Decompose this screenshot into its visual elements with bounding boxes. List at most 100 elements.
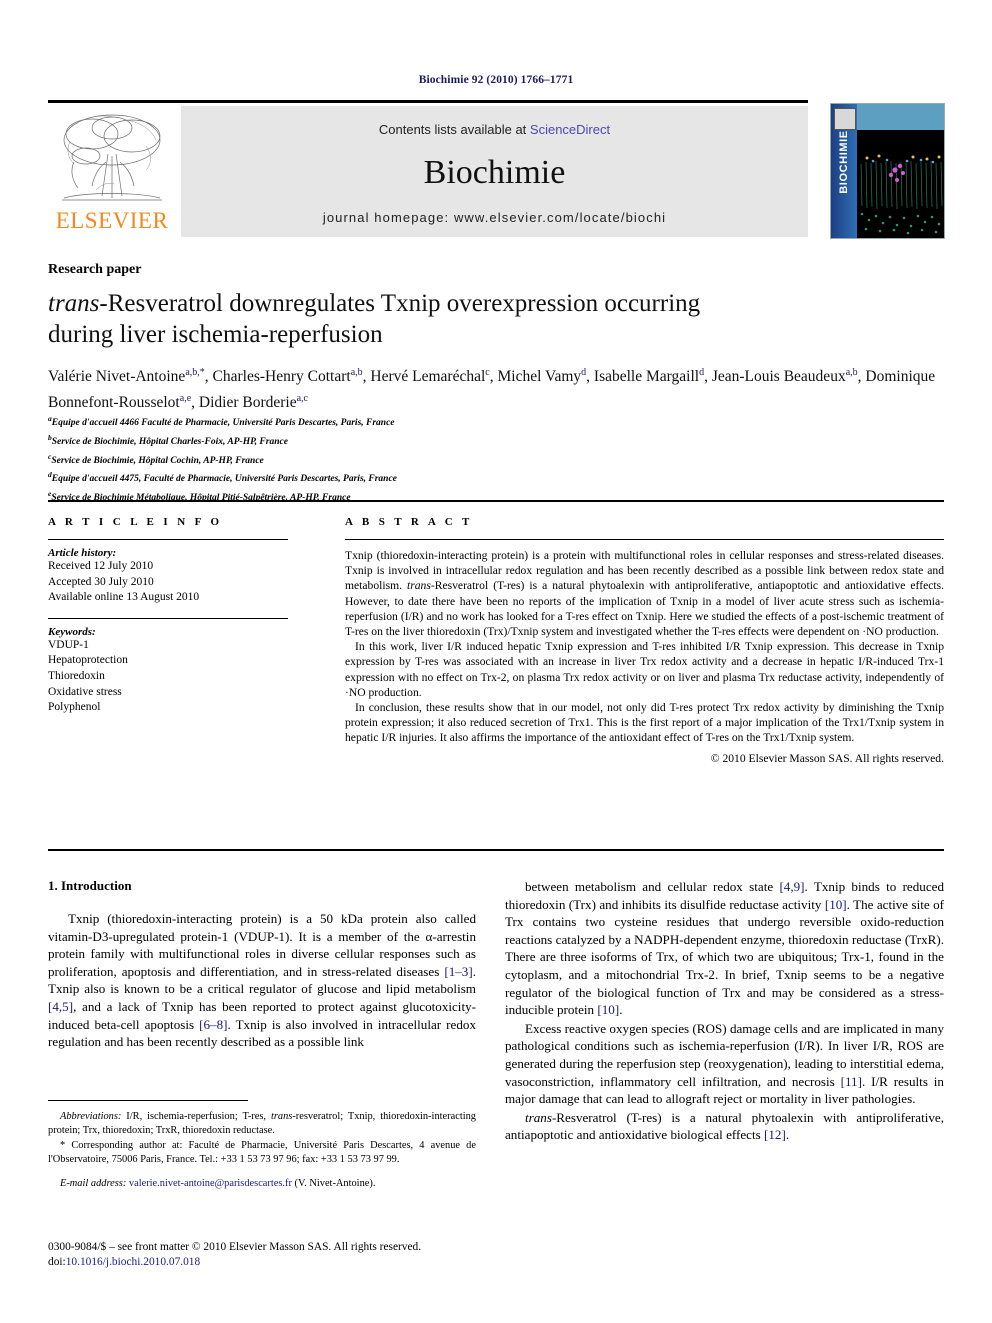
keyword-item: Polyphenol xyxy=(48,701,101,714)
masthead-center-panel: Contents lists available at ScienceDirec… xyxy=(181,106,808,237)
article-info-divider-2 xyxy=(48,617,288,619)
cover-artwork xyxy=(857,130,944,238)
citation-ref[interactable]: [1–3] xyxy=(444,964,472,979)
email-label: E-mail address: xyxy=(60,1177,127,1189)
masthead-top-rule xyxy=(48,100,808,103)
author-affil-marker: a,b,* xyxy=(185,367,205,378)
elsevier-wordmark: ELSEVIER xyxy=(55,208,169,233)
footnote-block: Abbreviations: I/R, ischemia-reperfusion… xyxy=(48,1110,476,1191)
affiliation-item: cService de Biochimie, Hôpital Cochin, A… xyxy=(48,451,264,466)
issn-copyright-block: 0300-9084/$ – see front matter © 2010 El… xyxy=(48,1240,478,1270)
citation-ref[interactable]: [10] xyxy=(825,897,847,912)
title-italic-prefix: trans xyxy=(48,290,100,317)
introduction-paragraph: between metabolism and cellular redox st… xyxy=(505,879,945,1018)
abstract-paragraph: In this work, liver I/R induced hepatic … xyxy=(345,640,944,699)
author-name: Michel Vamyd xyxy=(497,367,587,386)
author-affil-marker: c xyxy=(485,367,490,378)
email-link[interactable]: valerie.nivet-antoine@parisdescartes.fr xyxy=(129,1178,292,1189)
abstract-copyright: © 2010 Elsevier Masson SAS. All rights r… xyxy=(710,751,944,765)
citation-ref[interactable]: [4,5] xyxy=(48,999,73,1014)
doi-label: doi: xyxy=(48,1256,66,1268)
citation-ref[interactable]: [12] xyxy=(764,1127,786,1142)
article-info-column: A R T I C L E I N F O Article history: R… xyxy=(48,516,298,716)
author-name: Valérie Nivet-Antoinea,b,* xyxy=(48,367,205,386)
info-band-bottom-rule xyxy=(48,849,944,851)
author-name: Didier Borderiea,c xyxy=(198,393,308,412)
contents-available-line: Contents lists available at ScienceDirec… xyxy=(181,122,808,137)
author-affil-marker: d xyxy=(581,367,587,378)
affiliation-marker: b xyxy=(48,432,52,442)
author-name: Isabelle Margailld xyxy=(593,367,705,386)
author-affil-marker: a,e xyxy=(179,393,192,405)
abstract-heading: A B S T R A C T xyxy=(345,516,473,528)
author-list: Valérie Nivet-Antoinea,b,*, Charles-Henr… xyxy=(48,367,936,412)
keyword-item: Thioredoxin xyxy=(48,669,105,682)
body-column-left: 1. Introduction Txnip (thioredoxin-inter… xyxy=(48,878,476,1051)
footnote-rule xyxy=(48,1100,248,1101)
article-history-online: Available online 13 August 2010 xyxy=(48,591,200,604)
author-affil-marker: d xyxy=(699,367,705,378)
citation-ref[interactable]: [11] xyxy=(841,1074,862,1089)
abbreviations-label: Abbreviations: xyxy=(60,1111,122,1122)
journal-homepage-line[interactable]: journal homepage: www.elsevier.com/locat… xyxy=(181,210,808,225)
article-type-label: Research paper xyxy=(48,262,142,277)
keyword-item: Hepatoprotection xyxy=(48,654,128,667)
author-affil-marker: a,c xyxy=(296,393,308,405)
journal-cover-thumbnail: BIOCHIMIE xyxy=(830,103,945,239)
affiliation-item: bService de Biochimie, Hôpital Charles-F… xyxy=(48,432,288,447)
introduction-heading: 1. Introduction xyxy=(48,878,132,893)
introduction-paragraph: trans-Resveratrol (T-res) is a natural p… xyxy=(505,1109,944,1143)
affiliation-item: eService de Biochimie Métabolique, Hôpit… xyxy=(48,489,351,504)
citation-ref[interactable]: [4,9] xyxy=(779,879,804,894)
author-affil-marker: a,b xyxy=(845,367,858,378)
contents-prefix: Contents lists available at xyxy=(378,122,530,137)
elsevier-logo: ELSEVIER xyxy=(48,106,176,237)
doi-value[interactable]: 10.1016/j.biochi.2010.07.018 xyxy=(66,1256,200,1268)
abstract-divider xyxy=(345,539,944,540)
introduction-paragraph: Excess reactive oxygen species (ROS) dam… xyxy=(505,1020,944,1107)
keywords-label: Keywords: xyxy=(48,625,96,638)
article-info-heading: A R T I C L E I N F O xyxy=(48,516,223,528)
email-note: E-mail address: valerie.nivet-antoine@pa… xyxy=(48,1177,476,1191)
journal-article-page: Biochimie 92 (2010) 1766–1771 ELSEVIER C… xyxy=(0,0,992,1323)
article-info-divider-1 xyxy=(48,539,288,540)
article-history-received: Received 12 July 2010 xyxy=(48,560,154,572)
body-column-right: between metabolism and cellular redox st… xyxy=(505,878,944,1144)
abstract-column: A B S T R A C T Txnip (thioredoxin-inter… xyxy=(345,516,944,765)
affiliation-marker: e xyxy=(48,489,52,498)
corresponding-author-note: * Corresponding author at: Faculté de Ph… xyxy=(48,1139,476,1166)
email-suffix: (V. Nivet-Antoine). xyxy=(291,1177,376,1189)
author-name: Charles-Henry Cottarta,b xyxy=(212,367,363,386)
title-line-1: -Resveratrol downregulates Txnip overexp… xyxy=(99,290,701,317)
citation-ref[interactable]: [10] xyxy=(597,1002,619,1017)
journal-masthead: ELSEVIER Contents lists available at Sci… xyxy=(48,100,945,239)
affiliation-item: aEquipe d'accueil 4466 Faculté de Pharma… xyxy=(48,414,395,429)
article-history-accepted: Accepted 30 July 2010 xyxy=(48,575,154,588)
cover-molecule-graphic xyxy=(857,130,944,238)
affiliation-marker: d xyxy=(48,470,52,480)
article-title: trans-Resveratrol downregulates Txnip ov… xyxy=(48,288,828,350)
abstract-paragraph: Txnip (thioredoxin-interacting protein) … xyxy=(345,549,944,639)
abstract-paragraph: In conclusion, these results show that i… xyxy=(345,701,944,745)
elsevier-tree-icon xyxy=(62,114,162,201)
doi-line: doi:10.1016/j.biochi.2010.07.018 xyxy=(48,1255,478,1270)
issn-line: 0300-9084/$ – see front matter © 2010 El… xyxy=(48,1241,422,1253)
author-name: Hervé Lemaréchalc xyxy=(370,367,490,386)
abbreviations-note: Abbreviations: I/R, ischemia-reperfusion… xyxy=(48,1110,476,1139)
author-affil-marker: a,b xyxy=(350,367,363,378)
article-history-label: Article history: xyxy=(48,547,117,559)
author-name: Jean-Louis Beaudeuxa,b xyxy=(711,367,858,386)
journal-title: Biochimie xyxy=(423,154,566,191)
cover-spine-title: BIOCHIMIE xyxy=(838,130,850,194)
cover-spine: BIOCHIMIE xyxy=(831,104,857,238)
cover-top-band xyxy=(857,104,944,130)
keyword-item: Oxidative stress xyxy=(48,685,122,698)
keyword-item: VDUP-1 xyxy=(48,638,89,651)
introduction-paragraph: Txnip (thioredoxin-interacting protein) … xyxy=(48,911,476,1050)
affiliation-list: aEquipe d'accueil 4466 Faculté de Pharma… xyxy=(48,412,748,506)
sciencedirect-link[interactable]: ScienceDirect xyxy=(530,122,610,137)
citation-ref[interactable]: [6–8] xyxy=(199,1017,227,1032)
running-head: Biochimie 92 (2010) 1766–1771 xyxy=(418,74,574,86)
affiliation-marker: c xyxy=(48,451,52,461)
info-band-top-rule xyxy=(48,500,944,502)
